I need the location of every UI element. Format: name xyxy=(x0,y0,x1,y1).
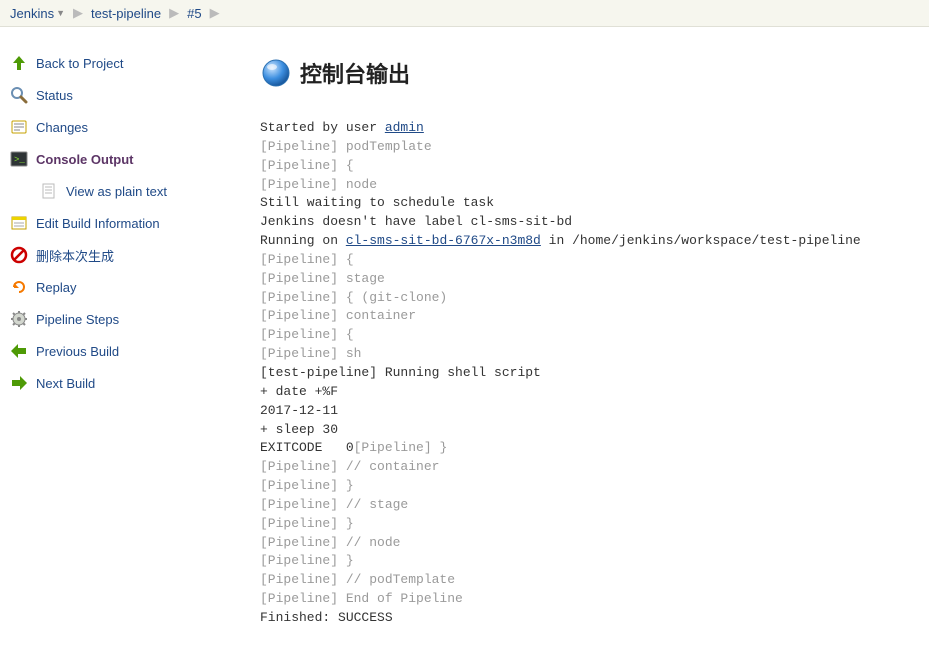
sidebar-status-label: Status xyxy=(36,88,73,103)
sidebar-replay-label: Replay xyxy=(36,280,76,295)
console-line: Still waiting to schedule task xyxy=(260,195,494,210)
search-icon xyxy=(8,86,30,104)
main-content: 控制台输出 Started by user admin [Pipeline] p… xyxy=(260,27,929,648)
console-line: + sleep 30 xyxy=(260,422,338,437)
console-output: Started by user admin [Pipeline] podTemp… xyxy=(260,119,919,628)
breadcrumb-root-label: Jenkins xyxy=(10,6,54,21)
console-line: [Pipeline] } xyxy=(260,516,354,531)
console-line: [Pipeline] // stage xyxy=(260,497,408,512)
sidebar-steps-label: Pipeline Steps xyxy=(36,312,119,327)
replay-icon xyxy=(8,278,30,296)
breadcrumb-build-label: #5 xyxy=(187,6,201,21)
breadcrumb-root[interactable]: Jenkins▼ xyxy=(4,0,71,26)
console-line: + date +%F xyxy=(260,384,338,399)
console-line: [Pipeline] // container xyxy=(260,459,439,474)
user-link[interactable]: admin xyxy=(385,120,424,135)
sidebar-delete[interactable]: 删除本次生成 xyxy=(8,239,260,271)
breadcrumb-sep: ▶ xyxy=(208,5,222,21)
console-line: [Pipeline] // node xyxy=(260,535,400,550)
arrow-right-icon xyxy=(8,374,30,392)
console-line: [Pipeline] podTemplate xyxy=(260,139,432,154)
breadcrumb-sep: ▶ xyxy=(71,5,85,21)
chevron-down-icon[interactable]: ▼ xyxy=(56,8,65,18)
arrow-left-icon xyxy=(8,342,30,360)
breadcrumb-sep: ▶ xyxy=(167,5,181,21)
notepad-icon xyxy=(8,214,30,232)
no-entry-icon xyxy=(8,246,30,264)
document-icon xyxy=(38,182,60,200)
console-line: [Pipeline] { xyxy=(260,252,354,267)
console-line: 2017-12-11 xyxy=(260,403,338,418)
console-line: [Pipeline] { (git-clone) xyxy=(260,290,447,305)
console-line: [Pipeline] End of Pipeline xyxy=(260,591,463,606)
terminal-icon: >_ xyxy=(8,150,30,168)
breadcrumb-bar: Jenkins▼ ▶ test-pipeline ▶ #5 ▶ xyxy=(0,0,929,27)
console-line: Started by user xyxy=(260,120,385,135)
sidebar-console-label: Console Output xyxy=(36,152,134,167)
page-title: 控制台输出 xyxy=(300,57,410,89)
console-line: in /home/jenkins/workspace/test-pipeline xyxy=(541,233,861,248)
svg-text:>_: >_ xyxy=(14,155,25,165)
page-heading: 控制台输出 xyxy=(260,57,919,89)
console-line: [Pipeline] stage xyxy=(260,271,385,286)
breadcrumb-job-label: test-pipeline xyxy=(91,6,161,21)
sidebar: Back to Project Status Changes >_ Consol… xyxy=(0,27,260,399)
node-link[interactable]: cl-sms-sit-bd-6767x-n3m8d xyxy=(346,233,541,248)
console-line: Jenkins doesn't have label cl-sms-sit-bd xyxy=(260,214,572,229)
sidebar-previous[interactable]: Previous Build xyxy=(8,335,260,367)
console-line: [Pipeline] { xyxy=(260,158,354,173)
arrow-up-icon xyxy=(8,54,30,72)
sidebar-back-label: Back to Project xyxy=(36,56,123,71)
sidebar-edit-label: Edit Build Information xyxy=(36,216,160,231)
changes-icon xyxy=(8,118,30,136)
sidebar-back[interactable]: Back to Project xyxy=(8,47,260,79)
sidebar-steps[interactable]: Pipeline Steps xyxy=(8,303,260,335)
sidebar-next-label: Next Build xyxy=(36,376,95,391)
sidebar-replay[interactable]: Replay xyxy=(8,271,260,303)
console-line: [test-pipeline] Running shell script xyxy=(260,365,541,380)
console-line: EXITCODE 0 xyxy=(260,440,354,455)
sidebar-status[interactable]: Status xyxy=(8,79,260,111)
sidebar-next[interactable]: Next Build xyxy=(8,367,260,399)
breadcrumb-job[interactable]: test-pipeline xyxy=(85,0,167,26)
console-line: Running on xyxy=(260,233,346,248)
console-line: [Pipeline] node xyxy=(260,177,377,192)
build-status-orb-icon xyxy=(260,57,292,89)
console-line: [Pipeline] container xyxy=(260,308,416,323)
sidebar-delete-label: 删除本次生成 xyxy=(36,246,114,265)
gear-icon xyxy=(8,310,30,328)
sidebar-edit[interactable]: Edit Build Information xyxy=(8,207,260,239)
console-line: [Pipeline] } xyxy=(260,478,354,493)
console-line: [Pipeline] // podTemplate xyxy=(260,572,455,587)
console-line: Finished: SUCCESS xyxy=(260,610,393,625)
console-line: [Pipeline] } xyxy=(354,440,448,455)
sidebar-changes[interactable]: Changes xyxy=(8,111,260,143)
sidebar-plain-text[interactable]: View as plain text xyxy=(8,175,260,207)
console-line: [Pipeline] } xyxy=(260,553,354,568)
sidebar-console[interactable]: >_ Console Output xyxy=(8,143,260,175)
breadcrumb-build[interactable]: #5 xyxy=(181,0,207,26)
sidebar-changes-label: Changes xyxy=(36,120,88,135)
console-line: [Pipeline] { xyxy=(260,327,354,342)
sidebar-plain-label: View as plain text xyxy=(66,184,167,199)
console-line: [Pipeline] sh xyxy=(260,346,361,361)
sidebar-previous-label: Previous Build xyxy=(36,344,119,359)
